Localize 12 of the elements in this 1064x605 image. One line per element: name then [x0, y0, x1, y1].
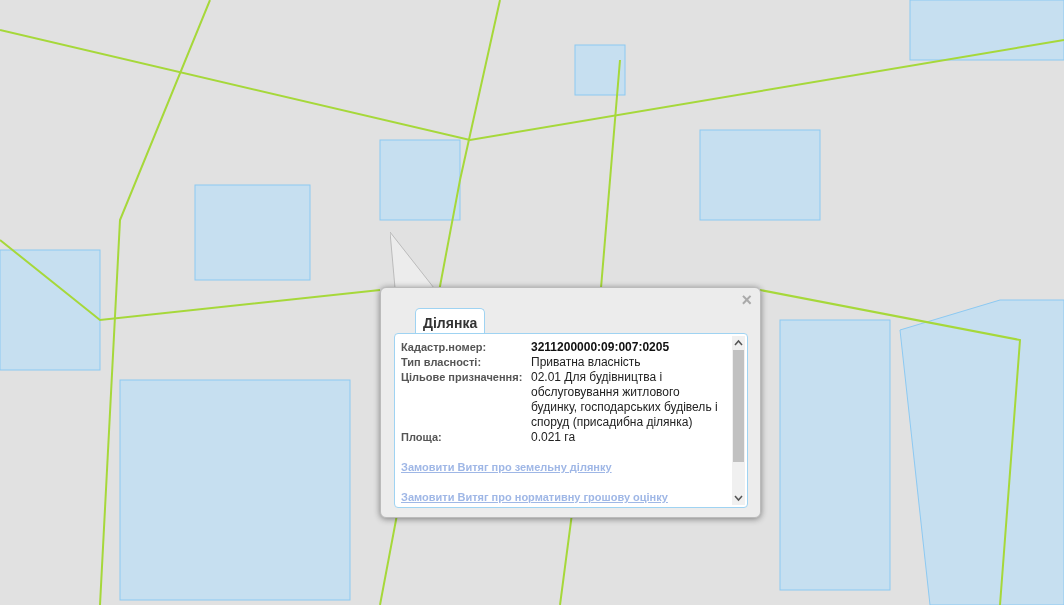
field-value: Приватна власність	[531, 355, 642, 370]
field-label: Цільове призначення:	[401, 370, 524, 385]
order-extract-link[interactable]: Замовити Витяг про земельну ділянку	[401, 460, 612, 475]
order-extract-link[interactable]: Замовити Витяг про нормативну грошову оцінку	[401, 490, 668, 505]
field-label: Кадастр.номер:	[401, 340, 488, 355]
field-label: Тип власності:	[401, 355, 483, 370]
field-value: 0.021 га	[531, 430, 577, 445]
field-value: 3211200000:09:007:0205	[531, 340, 671, 355]
field-label: Площа:	[401, 430, 443, 445]
scrollbar[interactable]	[732, 336, 745, 505]
field-value: 02.01 Для будівництва і обслуговування житлового будинку, господарських будівель і споруд (присадибна ділянка)	[531, 370, 719, 430]
close-button[interactable]: ×	[741, 291, 752, 309]
